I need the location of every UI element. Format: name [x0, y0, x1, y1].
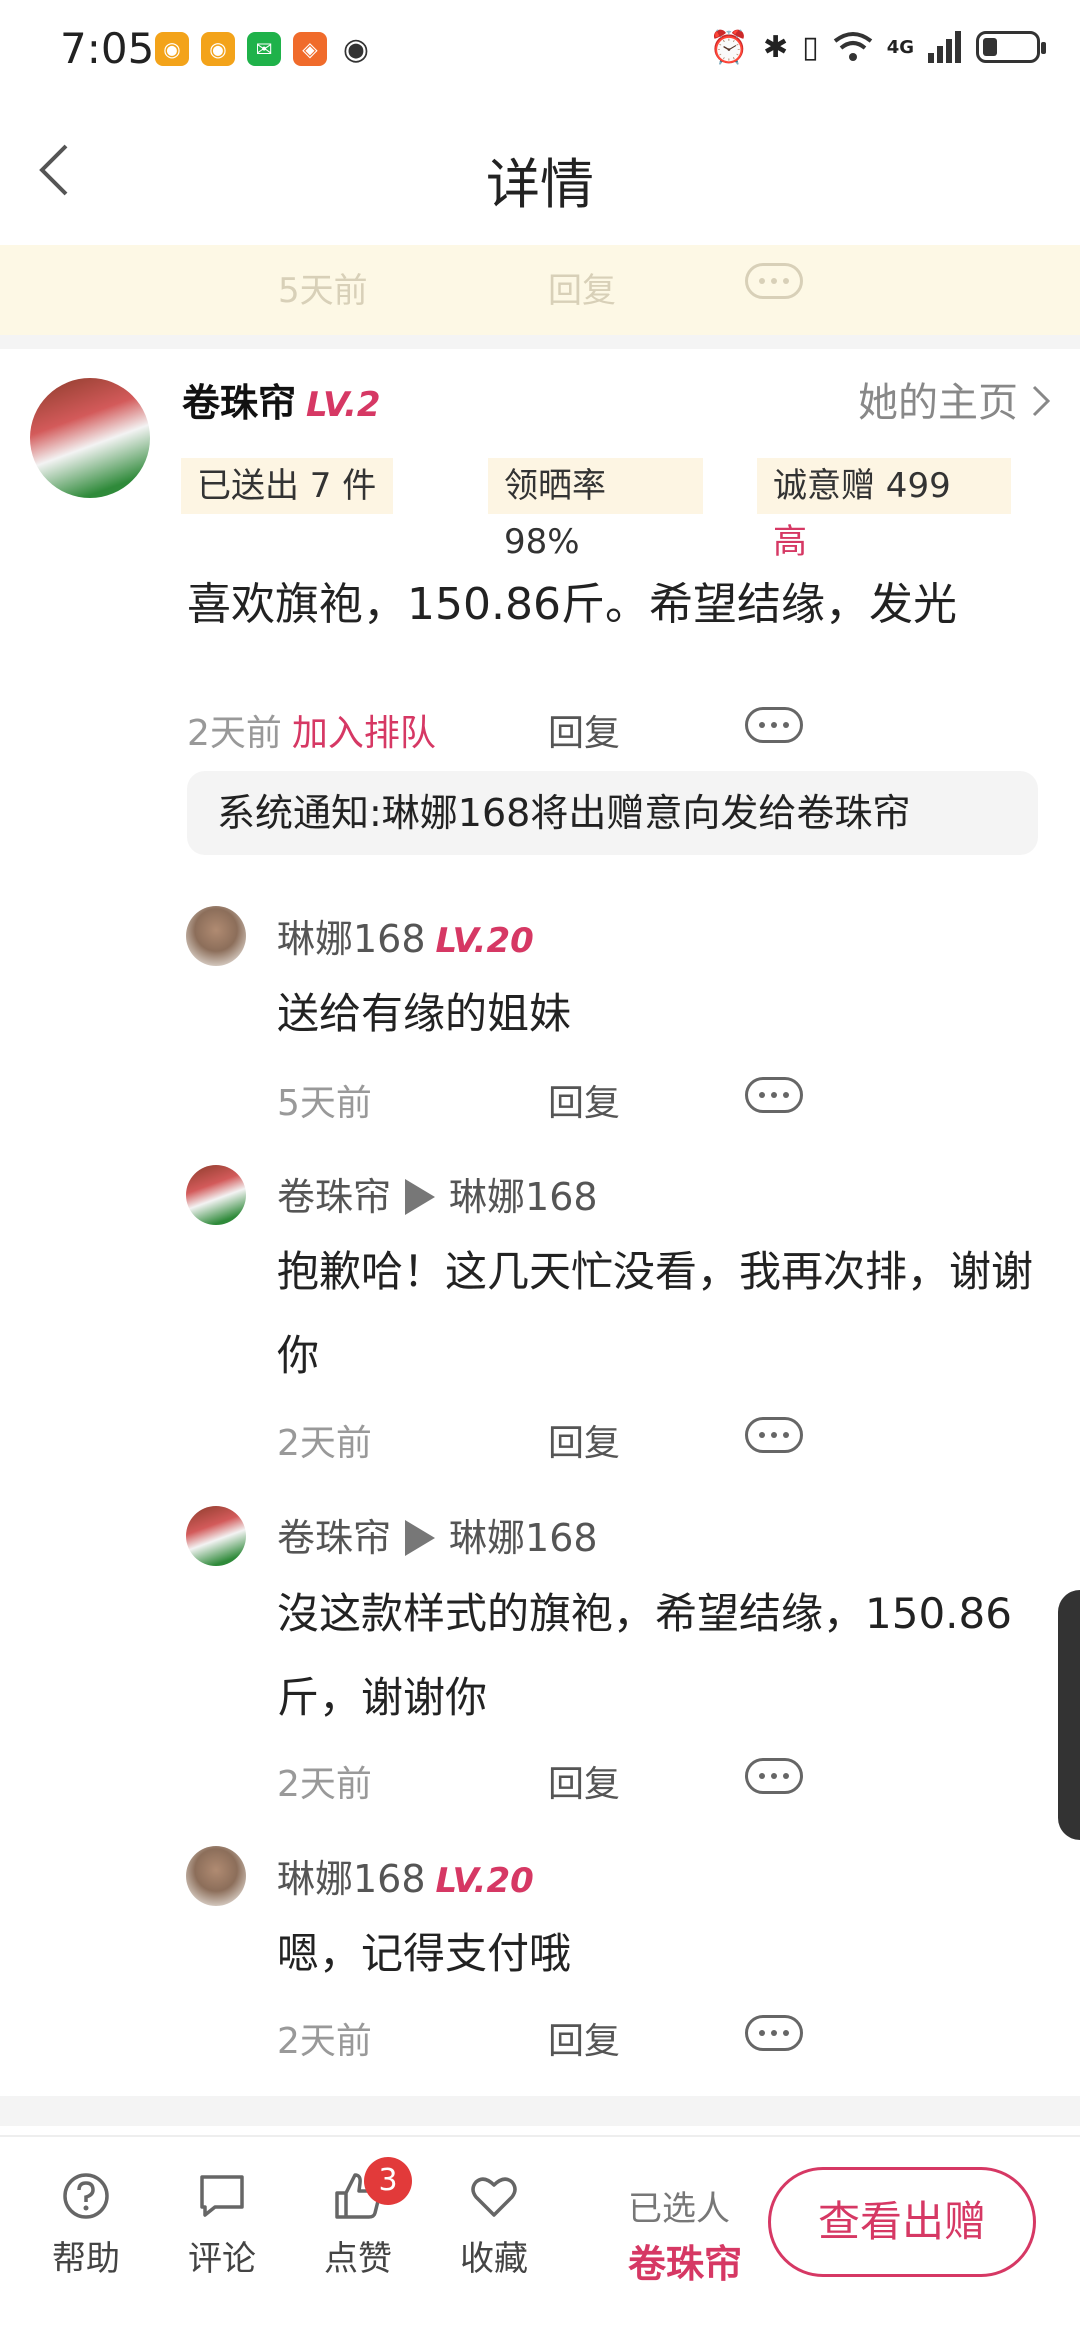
more-icon[interactable] [745, 1758, 803, 1794]
banner-reply: 回复 [548, 271, 616, 311]
reply-arrow-icon [405, 1178, 436, 1215]
avatar[interactable] [30, 378, 150, 498]
tag-receive-rate: 领晒率 98% [488, 458, 703, 562]
comment-icon [200, 2175, 244, 2217]
side-drawer-handle[interactable] [1058, 1590, 1080, 1840]
selected-label: 已选人 [628, 2189, 730, 2229]
page-header: 详情 [0, 110, 1080, 230]
reply-button[interactable]: 回复 [548, 1755, 620, 1807]
avatar[interactable] [186, 906, 246, 966]
like-count-badge: 3 [364, 2157, 412, 2205]
section-divider [0, 335, 1080, 349]
faded-banner: 5天前 回复 [0, 245, 1080, 335]
like-button[interactable]: 点赞 3 [308, 2157, 412, 2280]
comment-text: 嗯，记得支付哦 [277, 1929, 572, 1978]
reply-button[interactable]: 回复 [548, 704, 620, 756]
help-button[interactable]: 帮助 [36, 2171, 136, 2280]
help-label: 帮助 [52, 2239, 120, 2279]
reply-to[interactable]: 琳娜168 [449, 1516, 598, 1560]
signal-icon [928, 31, 961, 63]
post-content: 喜欢旗袍，150.86斤。希望结缘，发光 [187, 579, 957, 630]
more-icon[interactable] [745, 707, 803, 743]
favorite-label: 收藏 [460, 2239, 528, 2279]
reply-to[interactable]: 琳娜168 [449, 1175, 598, 1219]
status-bar: 7:05 ◉ ◉ ✉ ◈ ◉ ⏰ ✱ ▯ 4G [0, 0, 1080, 100]
system-notice: 系统通知:琳娜168将出赠意向发给卷珠帘 [187, 771, 1038, 855]
reply-arrow-icon [405, 1519, 436, 1556]
avatar[interactable] [186, 1506, 246, 1566]
comment-time: 2天前 [277, 2021, 372, 2062]
level-badge: LV.2 [306, 385, 381, 425]
network-type: 4G [886, 36, 914, 58]
wechat-icon: ✉ [247, 32, 281, 66]
shop-icon: ◈ [293, 32, 327, 66]
eye-icon: ◉ [342, 31, 370, 67]
sincerity-level: 高 [773, 522, 807, 562]
alarm-icon: ⏰ [709, 28, 750, 66]
view-gift-button[interactable]: 查看出赠 [768, 2167, 1036, 2277]
more-icon[interactable] [745, 2015, 803, 2051]
help-icon [63, 2173, 109, 2219]
status-time: 7:05 [60, 24, 155, 73]
banner-more-icon [745, 263, 803, 299]
section-divider [0, 2096, 1080, 2126]
avatar[interactable] [186, 1165, 246, 1225]
tag-sincerity: 诚意赠 499 高 [757, 458, 1011, 562]
post-time: 2天前 [187, 713, 282, 754]
level-badge: LV.20 [435, 921, 534, 961]
banner-time: 5天前 [278, 271, 368, 311]
comment-button[interactable]: 评论 [172, 2171, 272, 2280]
notification-icons: ◉ ◉ ✉ ◈ ◉ [155, 31, 373, 67]
level-badge: LV.20 [435, 1861, 534, 1901]
post-user-name[interactable]: 卷珠帘 LV.2 [182, 372, 381, 427]
battery-icon [976, 31, 1046, 63]
heart-icon [471, 2177, 517, 2217]
weibo-icon: ◉ [201, 32, 235, 66]
post-meta: 2天前 加入排队 [187, 704, 436, 756]
bottom-action-bar: 帮助 评论 点赞 3 收藏 已选人 卷珠帘 查看出赠 [0, 2135, 1080, 2342]
comment-author[interactable]: 琳娜168 LV.20 [277, 908, 534, 963]
join-queue-button[interactable]: 加入排队 [292, 713, 436, 754]
comment-author[interactable]: 琳娜168 LV.20 [277, 1848, 534, 1903]
comment-text: 抱歉哈！这几天忙没看，我再次排，谢谢你 [277, 1247, 1034, 1380]
reply-button[interactable]: 回复 [548, 1074, 620, 1126]
avatar[interactable] [186, 1846, 246, 1906]
like-label: 点赞 [324, 2239, 392, 2279]
more-icon[interactable] [745, 1417, 803, 1453]
vibrate-icon: ▯ [802, 29, 819, 65]
comment-author[interactable]: 卷珠帘 琳娜168 [277, 1507, 598, 1562]
reply-button[interactable]: 回复 [548, 2012, 620, 2064]
comment-time: 2天前 [277, 1423, 372, 1464]
page-title: 详情 [486, 153, 594, 216]
selected-name[interactable]: 卷珠帘 [628, 2233, 742, 2288]
reply-button[interactable]: 回复 [548, 1414, 620, 1466]
bluetooth-icon: ✱ [763, 29, 789, 65]
comment-time: 2天前 [277, 1764, 372, 1805]
comment-time: 5天前 [277, 1083, 372, 1124]
more-icon[interactable] [745, 1077, 803, 1113]
homepage-link[interactable]: 她的主页 [858, 370, 1018, 428]
wifi-icon [833, 32, 872, 61]
chevron-right-icon[interactable] [1030, 383, 1052, 419]
comment-author[interactable]: 卷珠帘 琳娜168 [277, 1166, 598, 1221]
comment-text: 送给有缘的姐妹 [277, 989, 572, 1038]
favorite-button[interactable]: 收藏 [444, 2171, 544, 2280]
weibo-icon: ◉ [155, 32, 189, 66]
comment-text: 沒这款样式的旗袍，希望结缘，150.86斤，谢谢你 [277, 1589, 1012, 1722]
system-icons: ⏰ ✱ ▯ 4G [709, 28, 1046, 66]
tag-sent: 已送出 7 件 [181, 458, 393, 514]
comment-label: 评论 [188, 2239, 256, 2279]
